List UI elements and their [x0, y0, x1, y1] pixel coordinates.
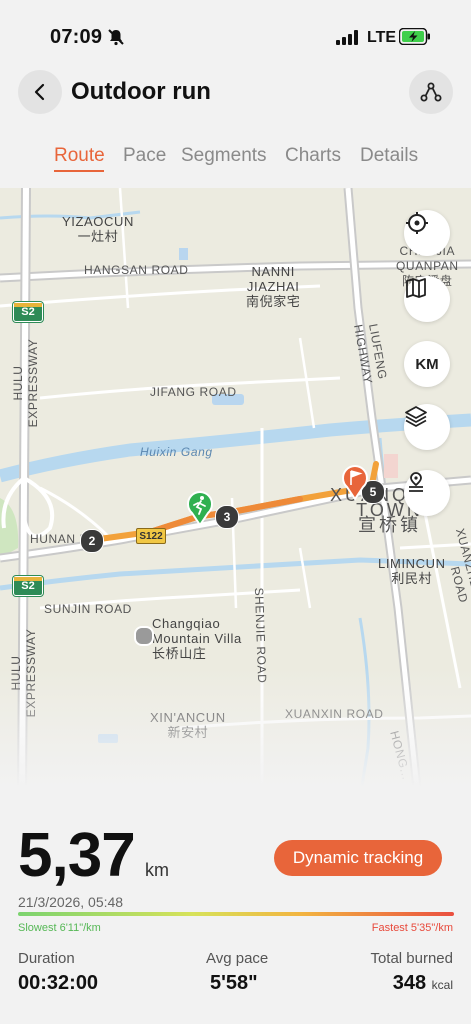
- place-xinancun: XIN'ANCUN 新安村: [150, 710, 226, 740]
- calories-unit: kcal: [431, 978, 453, 992]
- place-limincun: LIMINCUN 利民村: [378, 556, 446, 586]
- locate-button[interactable]: [404, 210, 450, 256]
- calories-number: 348: [392, 972, 427, 994]
- tab-route[interactable]: Route: [54, 145, 105, 167]
- distance-value: 5,37: [18, 821, 136, 890]
- route-pin-button[interactable]: [404, 470, 450, 516]
- poi-pin-icon: [134, 626, 154, 646]
- road-sunjin: SUNJIN ROAD: [44, 602, 132, 616]
- status-bar: 07:09 LTE: [0, 0, 471, 62]
- fastest-pace: Fastest 5'35"/km: [371, 922, 453, 934]
- highway-shield-s2: S2: [13, 576, 43, 596]
- slowest-pace: Slowest 6'11"/km: [18, 922, 101, 934]
- calories-value: 348 kcal: [393, 972, 453, 995]
- avg-pace-label: Avg pace: [206, 950, 269, 967]
- battery-charging-icon: [398, 27, 431, 50]
- bell-muted-icon: [107, 28, 125, 51]
- tab-bar: Route Pace Segments Charts Details: [0, 140, 471, 180]
- highway-shield-s122: S122: [136, 528, 166, 544]
- network-type: LTE: [367, 29, 397, 46]
- road-hulu-top: HULU EXPRESSWAY: [11, 338, 40, 428]
- duration-value: 00:32:00: [18, 972, 99, 994]
- road-xuanxin: XUANXIN ROAD: [285, 707, 384, 721]
- locate-icon: [406, 212, 428, 234]
- status-time: 07:09: [50, 26, 103, 48]
- active-tab-indicator: [54, 170, 104, 172]
- place-nanni-jiazhai: NANNI JIAZHAI 南倪家宅: [246, 264, 301, 309]
- tab-details[interactable]: Details: [360, 145, 418, 167]
- route-share-button[interactable]: [409, 70, 453, 114]
- road-jifang: JIFANG ROAD: [150, 385, 237, 399]
- page-title: Outdoor run: [71, 78, 211, 105]
- km-marker[interactable]: 3: [215, 505, 239, 529]
- back-button[interactable]: [18, 70, 62, 114]
- map-style-icon: [406, 278, 426, 298]
- dynamic-tracking-button[interactable]: Dynamic tracking: [274, 840, 442, 876]
- duration-label: Duration: [18, 950, 75, 967]
- km-markers-toggle[interactable]: KM: [404, 341, 450, 387]
- tab-pace[interactable]: Pace: [123, 145, 166, 167]
- route-path-icon: [420, 82, 442, 102]
- route-pin-icon: [409, 472, 423, 492]
- layers-button[interactable]: [404, 404, 450, 450]
- header: Outdoor run: [0, 66, 471, 120]
- route-map[interactable]: YIZAOCUN一灶村 NANNIJIAZHAI南倪家宅 CHENJIAQUAN…: [0, 188, 471, 798]
- km-toggle-label: KM: [415, 355, 439, 373]
- tab-charts[interactable]: Charts: [285, 145, 341, 167]
- run-summary: 5,37 km Dynamic tracking 21/3/2026, 05:4…: [0, 810, 471, 1024]
- place-yizaocun: YIZAOCUN 一灶村: [62, 214, 134, 244]
- road-hangsan: HANGSAN ROAD: [84, 263, 189, 277]
- calories-label: Total burned: [370, 950, 453, 967]
- signal-icon: [336, 30, 360, 50]
- place-changqiao-villa: Changqiao Mountain Villa 长桥山庄: [152, 616, 242, 661]
- distance-unit: km: [145, 860, 169, 880]
- run-date: 21/3/2026, 05:48: [18, 894, 124, 910]
- map-style-button[interactable]: [404, 276, 450, 322]
- highway-shield-s2: S2: [13, 302, 43, 322]
- avg-pace-value: 5'58": [210, 972, 258, 994]
- road-hulu-bottom: HULU EXPRESSWAY: [9, 628, 38, 718]
- river-huixin-gang: Huixin Gang: [140, 445, 213, 459]
- tab-segments[interactable]: Segments: [181, 145, 267, 167]
- pace-gradient-bar: [18, 912, 454, 916]
- km-marker[interactable]: 2: [80, 529, 104, 553]
- layers-icon: [405, 406, 427, 427]
- chevron-left-icon: [34, 83, 45, 101]
